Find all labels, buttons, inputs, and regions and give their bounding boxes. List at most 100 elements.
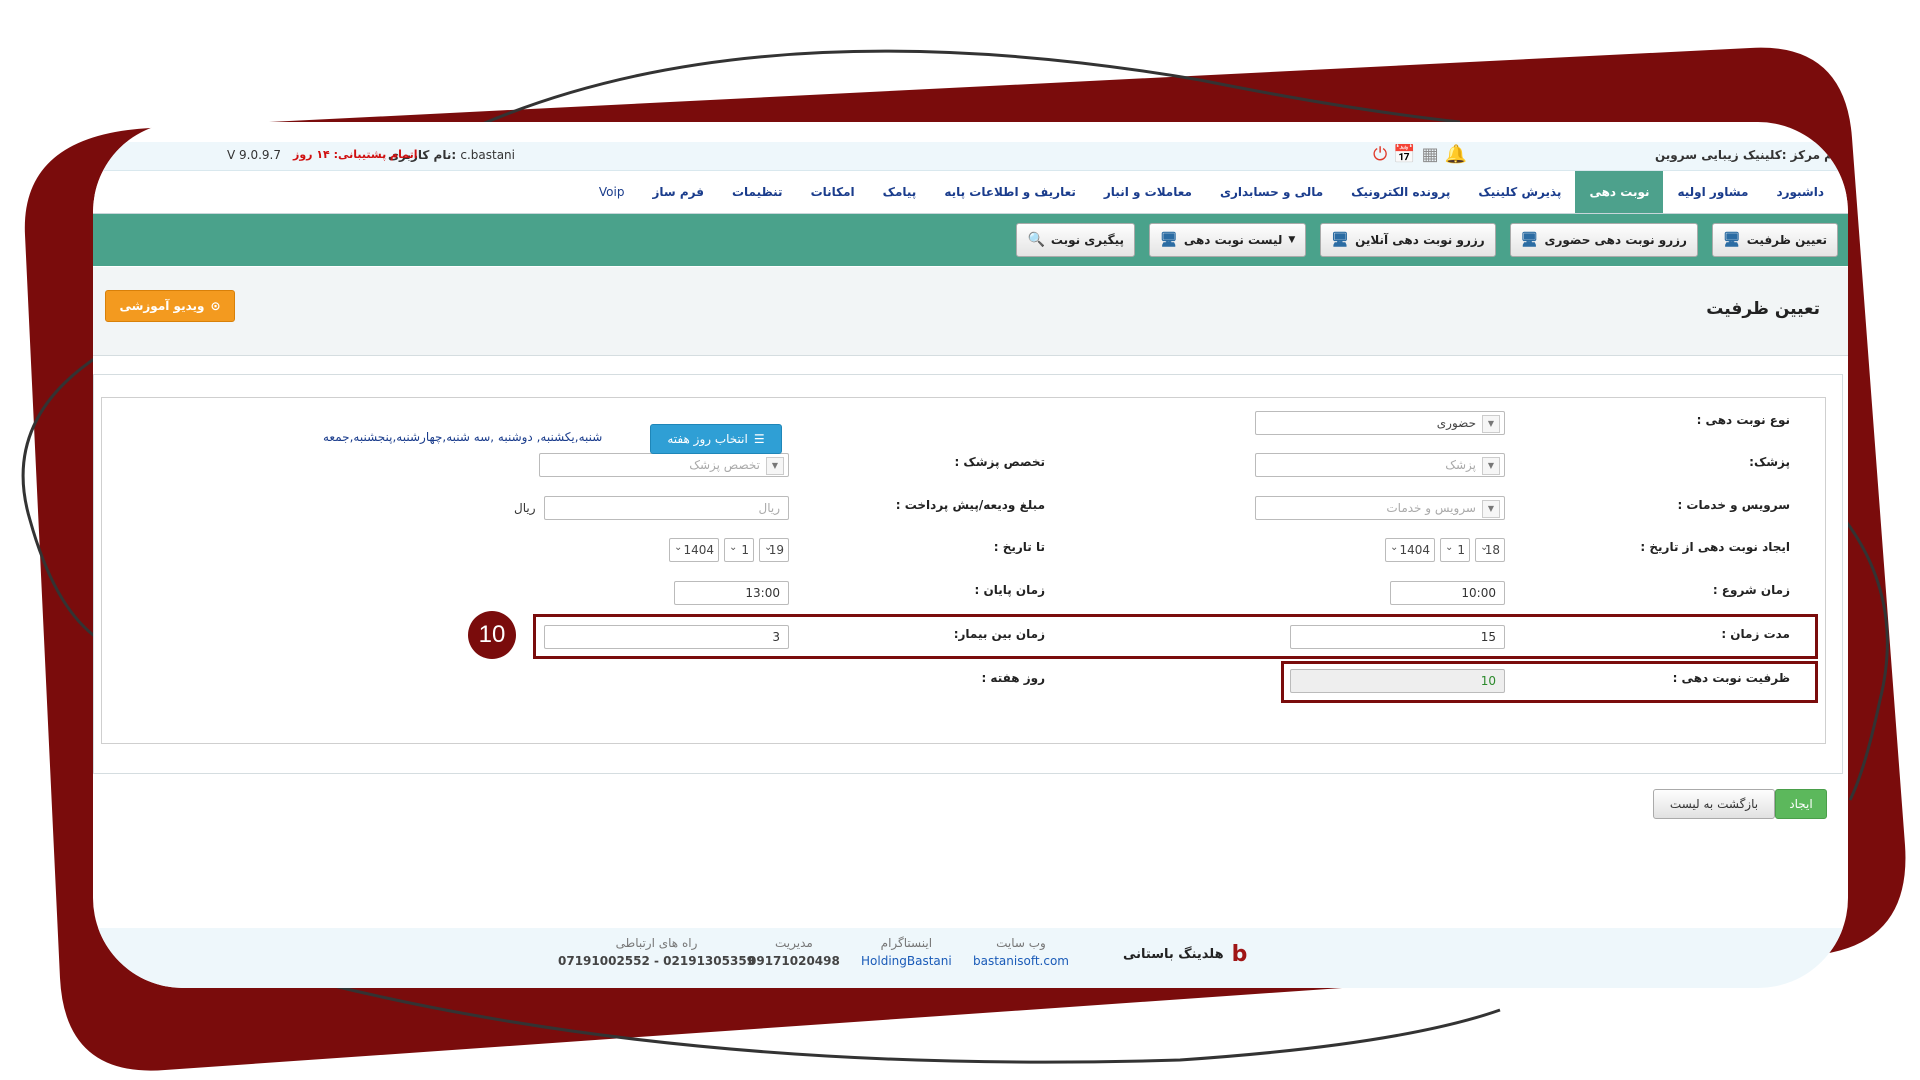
highlight-capacity-row (1281, 661, 1818, 703)
chevron-down-icon: ⌄ (1480, 542, 1489, 553)
monitor-icon: 🖥 (1160, 232, 1178, 248)
calendar-grid-icon[interactable]: ▦ (1422, 144, 1439, 165)
app-screen: نام مرکز :کلینیک زیبایی سروین ⏻ 📅 ▦ 🔔 نا… (93, 122, 1848, 988)
nav-item-consultant[interactable]: مشاور اولیه (1663, 171, 1762, 213)
chevron-down-icon: ▼ (1482, 500, 1500, 518)
highlight-duration-row (533, 614, 1818, 659)
from-month-value: 1 (1457, 543, 1465, 557)
subnav-capacity-button[interactable]: 🖥 تعیین ظرفیت (1711, 223, 1838, 257)
bell-icon[interactable]: 🔔 (1445, 144, 1467, 165)
brand-logo-icon: b (1231, 942, 1248, 967)
deposit-input[interactable]: ریال (544, 496, 789, 520)
search-icon: 🔍 (1027, 232, 1045, 248)
start-time-value: 10:00 (1461, 586, 1496, 600)
footer-management: مدیریت 09171020498 (748, 936, 840, 968)
management-label: مدیریت (775, 936, 813, 950)
end-time-label: زمان پایان : (974, 583, 1045, 597)
chevron-down-icon: ⌄ (674, 542, 683, 553)
center-name: نام مرکز :کلینیک زیبایی سروین (1654, 148, 1842, 162)
nav-item-inventory[interactable]: معاملات و انبار (1090, 171, 1206, 213)
brand-name: هلدینگ باستانی (1123, 947, 1224, 962)
doctor-select[interactable]: پزشک ▼ (1255, 453, 1505, 477)
to-year-value: 1404 (683, 543, 714, 557)
subnav-label: رزرو نوبت دهی حضوری (1544, 233, 1687, 247)
weekday-button-label: انتخاب روز هفته (667, 432, 748, 446)
appointment-type-label: نوع نوبت دهی : (1696, 413, 1790, 427)
page-header: تعیین ظرفیت ویدیو آموزشی ⊙ (93, 267, 1848, 356)
chevron-down-icon: ⌄ (1390, 542, 1399, 553)
to-month-select[interactable]: 1 ⌄ (724, 538, 754, 562)
instagram-label: اینستاگرام (880, 936, 933, 950)
contact-label: راه های ارتباطی (615, 936, 698, 950)
end-time-value: 13:00 (745, 586, 780, 600)
nav-item-appointments[interactable]: نوبت دهی (1575, 171, 1664, 213)
doctor-placeholder: پزشک (1445, 458, 1476, 472)
footer-instagram: اینستاگرام HoldingBastani (861, 936, 952, 968)
deposit-placeholder: ریال (758, 501, 780, 515)
appointment-type-select[interactable]: حضوری ▼ (1255, 411, 1505, 435)
footer: هلدینگ باستانی b وب سایت bastanisoft.com ا… (93, 928, 1848, 988)
service-label: سرویس و خدمات : (1677, 498, 1790, 512)
service-select[interactable]: سرویس و خدمات ▼ (1255, 496, 1505, 520)
nav-item-voip[interactable]: Voip (585, 171, 639, 213)
from-month-select[interactable]: 1 ⌄ (1440, 538, 1470, 562)
to-day-select[interactable]: 19 ⌄ (759, 538, 789, 562)
nav-item-dashboard[interactable]: داشبورد (1762, 171, 1838, 213)
sub-nav: 🖥 تعیین ظرفیت 🖥 رزرو نوبت دهی حضوری 🖥 رزرو … (93, 214, 1848, 266)
instagram-link[interactable]: HoldingBastani (861, 954, 952, 968)
monitor-icon: 🖥 (1722, 232, 1741, 248)
support-info: اتمام پشتیبانی: ۱۴ روز (293, 148, 418, 161)
nav-item-features[interactable]: امکانات (797, 171, 869, 213)
power-icon[interactable]: ⏻ (1373, 144, 1387, 165)
back-to-list-button[interactable]: بازگشت به لیست (1653, 789, 1775, 819)
from-year-select[interactable]: 1404 ⌄ (1385, 538, 1435, 562)
nav-item-definitions[interactable]: تعاریف و اطلاعات پایه (930, 171, 1090, 213)
specialty-select[interactable]: تخصص پزشک ▼ (539, 453, 789, 477)
create-button[interactable]: ایجاد (1775, 789, 1827, 819)
management-phone: 09171020498 (748, 954, 840, 968)
to-month-value: 1 (741, 543, 749, 557)
video-label: ویدیو آموزشی (119, 299, 205, 313)
to-year-select[interactable]: 1404 ⌄ (669, 538, 719, 562)
nav-item-settings[interactable]: تنظیمات (718, 171, 797, 213)
from-date-label: ایجاد نوبت دهی از تاریخ : (1640, 540, 1790, 554)
contact-phones: 07191002552 - 02191305359 (558, 954, 756, 968)
from-day-select[interactable]: 18 ⌄ (1475, 538, 1505, 562)
weekday-label: روز هفته : (981, 671, 1045, 685)
video-tutorial-button[interactable]: ویدیو آموزشی ⊙ (105, 290, 235, 322)
deposit-unit: ریال (514, 501, 536, 515)
select-weekday-button[interactable]: انتخاب روز هفته ☰ (650, 424, 782, 454)
calendar-check-icon[interactable]: 📅 (1393, 144, 1415, 165)
end-time-input[interactable]: 13:00 (674, 581, 789, 605)
page-title: تعیین ظرفیت (1706, 299, 1820, 319)
top-bar: نام مرکز :کلینیک زیبایی سروین ⏻ 📅 ▦ 🔔 نا… (93, 142, 1848, 171)
to-date-label: تا تاریخ : (993, 540, 1045, 554)
deposit-label: مبلغ ودیعه/پیش پرداخت : (895, 498, 1045, 512)
weekday-list-text: شنبه,یکشنبه, دوشنبه ,سه شنبه,چهارشنبه,پن… (323, 430, 603, 444)
subnav-label: پیگیری نوبت (1050, 233, 1125, 247)
nav-item-form-builder[interactable]: فرم ساز (638, 171, 718, 213)
monitor-icon: 🖥 (1520, 232, 1539, 248)
chevron-down-icon: ▼ (766, 457, 784, 475)
user-value: c.bastani (460, 148, 515, 162)
subnav-online-button[interactable]: 🖥 رزرو نوبت دهی آنلاین (1320, 223, 1496, 257)
main-nav: داشبورد مشاور اولیه نوبت دهی پذیرش کلینی… (93, 171, 1848, 214)
subnav-inperson-button[interactable]: 🖥 رزرو نوبت دهی حضوری (1509, 223, 1698, 257)
form-panel: نوع نوبت دهی : حضوری ▼ پزشک: پزشک ▼ تخصص… (101, 397, 1826, 744)
doctor-label: پزشک: (1749, 455, 1790, 469)
footer-contact: راه های ارتباطی 07191002552 - 02191305359 (558, 936, 755, 968)
start-time-input[interactable]: 10:00 (1390, 581, 1505, 605)
nav-item-ehr[interactable]: پرونده الکترونیک (1337, 171, 1464, 213)
chevron-down-icon: ▼ (1482, 457, 1500, 475)
website-link[interactable]: bastanisoft.com (973, 954, 1069, 968)
subnav-tracking-button[interactable]: 🔍 پیگیری نوبت (1016, 223, 1136, 257)
chevron-down-icon: ▼ (1482, 415, 1500, 433)
nav-item-sms[interactable]: پیامک (869, 171, 931, 213)
subnav-list-dropdown[interactable]: 🖥 لیست نوبت دهی ▼ (1149, 223, 1307, 257)
caret-down-icon: ▼ (1288, 235, 1296, 245)
nav-item-finance[interactable]: مالی و حسابداری (1206, 171, 1337, 213)
subnav-label: لیست نوبت دهی (1183, 233, 1283, 247)
nav-item-reception[interactable]: پذیرش کلینیک (1464, 171, 1575, 213)
list-icon: ☰ (753, 432, 765, 446)
support-value: ۱۴ روز (293, 148, 330, 161)
